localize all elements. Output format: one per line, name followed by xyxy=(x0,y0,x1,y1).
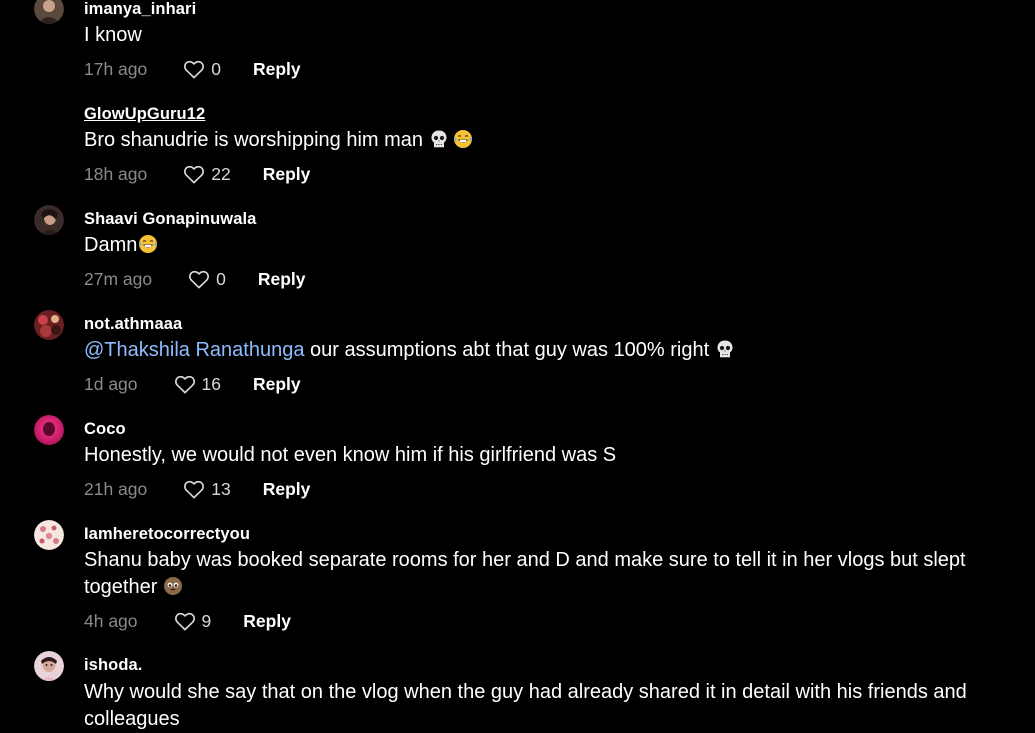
reply-button[interactable]: Reply xyxy=(253,374,301,395)
comment-timestamp: 17h ago xyxy=(84,58,148,79)
like-count: 0 xyxy=(211,58,221,79)
comment-username[interactable]: GlowUpGuru12 xyxy=(84,105,205,124)
shy-face-emoji xyxy=(163,576,183,596)
like-count: 22 xyxy=(211,163,231,184)
like-count: 9 xyxy=(201,610,212,631)
heart-outline-icon xyxy=(184,480,205,499)
avatar[interactable] xyxy=(34,0,64,24)
like-count: 16 xyxy=(201,373,221,394)
heart-outline-icon xyxy=(189,270,210,289)
heart-outline-icon xyxy=(174,375,195,394)
avatar[interactable] xyxy=(34,651,64,681)
comment-timestamp: 1d ago xyxy=(84,373,138,394)
tears-of-joy-emoji xyxy=(138,234,158,254)
comment-meta: 4h ago 9 Reply xyxy=(84,609,291,633)
comment-meta: 17h ago 0 Reply xyxy=(84,57,301,81)
comment-username[interactable]: Iamheretocorrectyou xyxy=(84,525,250,544)
reply-button[interactable]: Reply xyxy=(263,479,311,500)
like-count: 13 xyxy=(211,478,231,499)
heart-outline-icon xyxy=(184,165,205,184)
comment-text: @Thakshila Ranathunga our assumptions ab… xyxy=(84,337,1014,364)
comment-timestamp: 21h ago xyxy=(84,478,148,499)
comment-timestamp: 4h ago xyxy=(84,610,138,631)
comment-timestamp: 18h ago xyxy=(84,163,148,184)
comment-username[interactable]: ishoda. xyxy=(84,656,142,675)
comment-username[interactable]: Shaavi Gonapinuwala xyxy=(84,210,256,229)
heart-outline-icon xyxy=(174,612,195,631)
comment-username[interactable]: Coco xyxy=(84,420,126,439)
reply-button[interactable]: Reply xyxy=(243,611,291,632)
like-button[interactable]: 0 xyxy=(188,269,226,290)
comment-text: Shanu baby was booked separate rooms for… xyxy=(84,549,966,598)
comment-meta: 21h ago 13 Reply xyxy=(84,477,310,501)
like-button[interactable]: 0 xyxy=(183,59,221,80)
reply-button[interactable]: Reply xyxy=(258,269,306,290)
comment-text: Bro shanudrie is worshipping him man xyxy=(84,127,1014,154)
comment-text: I know xyxy=(84,24,142,46)
comment-text: Why would she say that on the vlog when … xyxy=(84,681,967,730)
comment-meta: 27m ago 0 Reply xyxy=(84,267,306,291)
like-button[interactable]: 13 xyxy=(183,478,231,500)
avatar[interactable] xyxy=(34,205,64,235)
reply-button[interactable]: Reply xyxy=(253,59,301,80)
avatar[interactable] xyxy=(34,310,64,340)
comment-username[interactable]: not.athmaaa xyxy=(84,315,182,334)
like-count: 0 xyxy=(216,268,226,289)
reply-button[interactable]: Reply xyxy=(263,164,311,185)
avatar[interactable] xyxy=(34,415,64,445)
avatar[interactable] xyxy=(34,520,64,550)
comment-meta: 1d ago 16 Reply xyxy=(84,372,301,396)
like-button[interactable]: 9 xyxy=(174,610,212,632)
comment-text: Damn xyxy=(84,232,1014,259)
skull-emoji xyxy=(715,339,735,359)
skull-emoji xyxy=(429,129,449,149)
like-button[interactable]: 16 xyxy=(174,374,221,395)
tears-of-joy-emoji xyxy=(453,129,473,149)
comment-timestamp: 27m ago xyxy=(84,268,153,289)
comment-meta: 18h ago 22 Reply xyxy=(84,162,310,186)
mention-link[interactable]: @Thakshila Ranathunga xyxy=(84,339,304,361)
like-button[interactable]: 22 xyxy=(183,163,231,185)
comment-text: Honestly, we would not even know him if … xyxy=(84,444,617,466)
comment-username[interactable]: imanya_inhari xyxy=(84,0,196,19)
heart-outline-icon xyxy=(184,60,205,79)
